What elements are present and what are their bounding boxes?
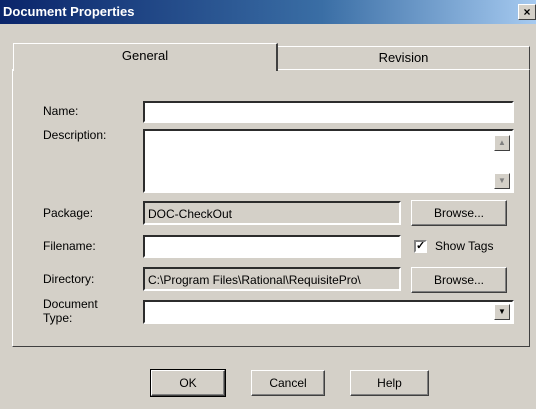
tab-revision-label: Revision	[378, 50, 429, 65]
ok-button[interactable]: OK	[150, 369, 226, 397]
cancel-button[interactable]: Cancel	[251, 370, 325, 396]
close-icon: ×	[523, 5, 531, 19]
close-button[interactable]: ×	[518, 4, 536, 20]
tab-revision[interactable]: Revision	[278, 46, 530, 70]
title-bar: Document Properties ×	[0, 0, 536, 24]
dialog-title: Document Properties	[3, 4, 135, 19]
tab-general-label: General	[121, 48, 169, 63]
tab-general[interactable]: General	[13, 43, 278, 71]
tab-panel-general	[12, 69, 530, 347]
help-button[interactable]: Help	[350, 370, 429, 396]
